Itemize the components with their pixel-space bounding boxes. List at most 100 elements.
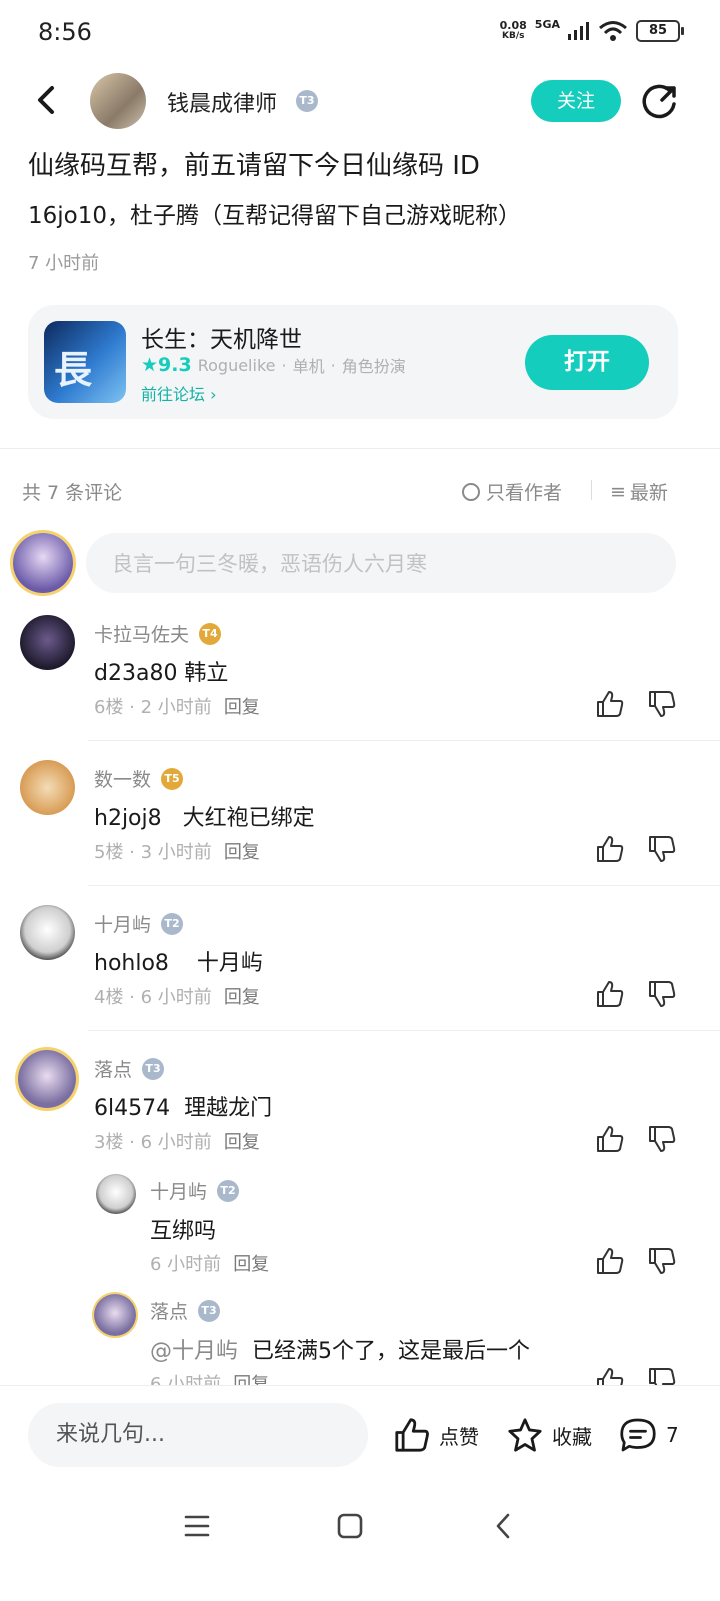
avatar[interactable] <box>94 1294 136 1336</box>
thumbs-down-icon[interactable] <box>647 1246 677 1276</box>
follow-button[interactable]: 关注 <box>531 80 621 122</box>
comment-count-badge: 7 <box>666 1423 679 1447</box>
system-nav-bar <box>0 1485 720 1601</box>
comment-input[interactable] <box>110 533 674 595</box>
game-tag: 角色扮演 <box>341 357 406 376</box>
radio-icon <box>462 482 480 501</box>
comment-author[interactable]: 落点 T3 <box>94 1055 165 1082</box>
thumbs-up-icon[interactable] <box>595 834 625 864</box>
comment-text: d23a80 韩立 <box>94 661 229 686</box>
back-nav-icon[interactable] <box>490 1512 518 1540</box>
share-icon[interactable] <box>640 82 680 122</box>
wifi-icon <box>599 20 627 41</box>
network-type: 5GA <box>534 18 560 31</box>
reply-button[interactable]: 回复 <box>224 1132 260 1153</box>
comment-text: 6l4574 理越龙门 <box>94 1096 273 1121</box>
author-name[interactable]: 钱晨成律师 <box>167 86 277 118</box>
comment-meta: 5楼 · 3 小时前 回复 <box>94 842 260 863</box>
divider <box>88 740 720 741</box>
game-icon-text: 長生 <box>54 347 93 403</box>
thumbs-up-icon[interactable] <box>595 1246 625 1276</box>
thumbs-up-icon <box>395 1418 429 1452</box>
avatar[interactable] <box>20 615 75 670</box>
reply-author[interactable]: 落点 T3 <box>150 1297 221 1324</box>
status-time: 8:56 <box>38 18 92 46</box>
thumbs-down-icon[interactable] <box>647 1124 677 1154</box>
my-avatar <box>13 533 73 593</box>
reply-button[interactable]: 回复 <box>224 842 260 863</box>
comment-floor: 4楼 <box>94 987 124 1008</box>
sort-button[interactable]: ≡ 最新 <box>610 478 668 505</box>
comment-author-name: 卡拉马佐夫 <box>94 624 190 646</box>
comment-meta: 4楼 · 6 小时前 回复 <box>94 987 260 1008</box>
net-speed-unit: KB/s <box>501 30 525 41</box>
comment-count: 共 7 条评论 <box>22 482 123 504</box>
sort-label: 最新 <box>629 482 668 504</box>
author-level: 3 <box>306 94 315 107</box>
author-only-label: 只看作者 <box>486 482 563 504</box>
avatar[interactable] <box>20 760 75 815</box>
post-time: 7 小时前 <box>28 253 100 274</box>
author-avatar[interactable] <box>90 73 146 129</box>
open-game-button[interactable]: 打开 <box>525 335 649 390</box>
reply-button[interactable]: 回复 <box>224 987 260 1008</box>
comment-meta: 3楼 · 6 小时前 回复 <box>94 1132 260 1153</box>
reply-author[interactable]: 十月屿 T2 <box>150 1177 240 1204</box>
thumbs-up-icon[interactable] <box>595 1124 625 1154</box>
divider <box>88 1030 720 1031</box>
comment-floor: 5楼 <box>94 842 124 863</box>
thumbs-down-icon[interactable] <box>647 979 677 1009</box>
comment-author[interactable]: 十月屿 T2 <box>94 910 184 937</box>
mention-link[interactable]: @十月屿 <box>150 1339 238 1364</box>
reply-button[interactable]: 回复 <box>233 1254 269 1275</box>
author-only-toggle[interactable]: 只看作者 <box>462 478 562 505</box>
home-icon[interactable] <box>336 1512 364 1540</box>
comment-button[interactable]: 7 <box>618 1416 679 1454</box>
game-meta: ★9.3 Roguelike · 单机 · 角色扮演 <box>141 353 406 377</box>
net-speed-value: 0.08 <box>499 18 527 32</box>
game-icon[interactable]: 長生 <box>44 321 126 403</box>
reply-button[interactable]: 回复 <box>224 697 260 718</box>
level-value: 2 <box>227 1183 236 1197</box>
level-badge: T5 <box>161 767 184 790</box>
level-value: 4 <box>209 626 218 640</box>
comment-author[interactable]: 数一数 T5 <box>94 765 184 792</box>
thumbs-down-icon[interactable] <box>647 689 677 719</box>
comment-author[interactable]: 卡拉马佐夫 T4 <box>94 620 222 647</box>
divider <box>88 885 720 886</box>
reply-author-name: 十月屿 <box>150 1181 208 1203</box>
thumbs-down-icon[interactable] <box>647 834 677 864</box>
comment-time: 2 小时前 <box>140 697 212 718</box>
comment-input-box[interactable] <box>86 533 676 595</box>
say-input[interactable]: 来说几句... <box>28 1403 368 1467</box>
avatar[interactable] <box>18 1050 76 1108</box>
back-icon[interactable] <box>28 82 64 118</box>
avatar[interactable] <box>96 1174 136 1214</box>
game-rating-value: 9.3 <box>158 354 192 376</box>
battery-icon: 85 <box>636 19 684 42</box>
forum-link[interactable]: 前往论坛 › <box>141 381 217 405</box>
comment-icon <box>620 1418 656 1452</box>
divider <box>591 480 592 500</box>
net-speed: 0.08 KB/s <box>500 20 527 42</box>
star-icon <box>508 1418 542 1452</box>
level-value: 3 <box>152 1061 161 1075</box>
menu-icon[interactable] <box>183 1512 211 1540</box>
star-icon: ★ <box>141 354 159 376</box>
collect-button[interactable]: 收藏 <box>506 1416 592 1454</box>
level-badge: T3 <box>198 1299 221 1322</box>
avatar[interactable] <box>20 905 75 960</box>
level-value: 5 <box>171 771 180 785</box>
game-name[interactable]: 长生：天机降世 <box>141 320 302 354</box>
reply-text: 互绑吗 <box>150 1219 217 1244</box>
thumbs-up-icon[interactable] <box>595 979 625 1009</box>
like-label: 点赞 <box>439 1424 479 1449</box>
reply-text-body: 已经满5个了，这是最后一个 <box>238 1339 530 1364</box>
like-button[interactable]: 点赞 <box>393 1416 479 1454</box>
reply-author-name: 落点 <box>150 1301 189 1323</box>
reply-text: @十月屿 已经满5个了，这是最后一个 <box>150 1333 530 1365</box>
collect-label: 收藏 <box>552 1424 592 1449</box>
post-title: 仙缘码互帮，前五请留下今日仙缘码 ID <box>28 151 480 181</box>
comment-text: h2joj8 大红袍已绑定 <box>94 806 315 831</box>
thumbs-up-icon[interactable] <box>595 689 625 719</box>
